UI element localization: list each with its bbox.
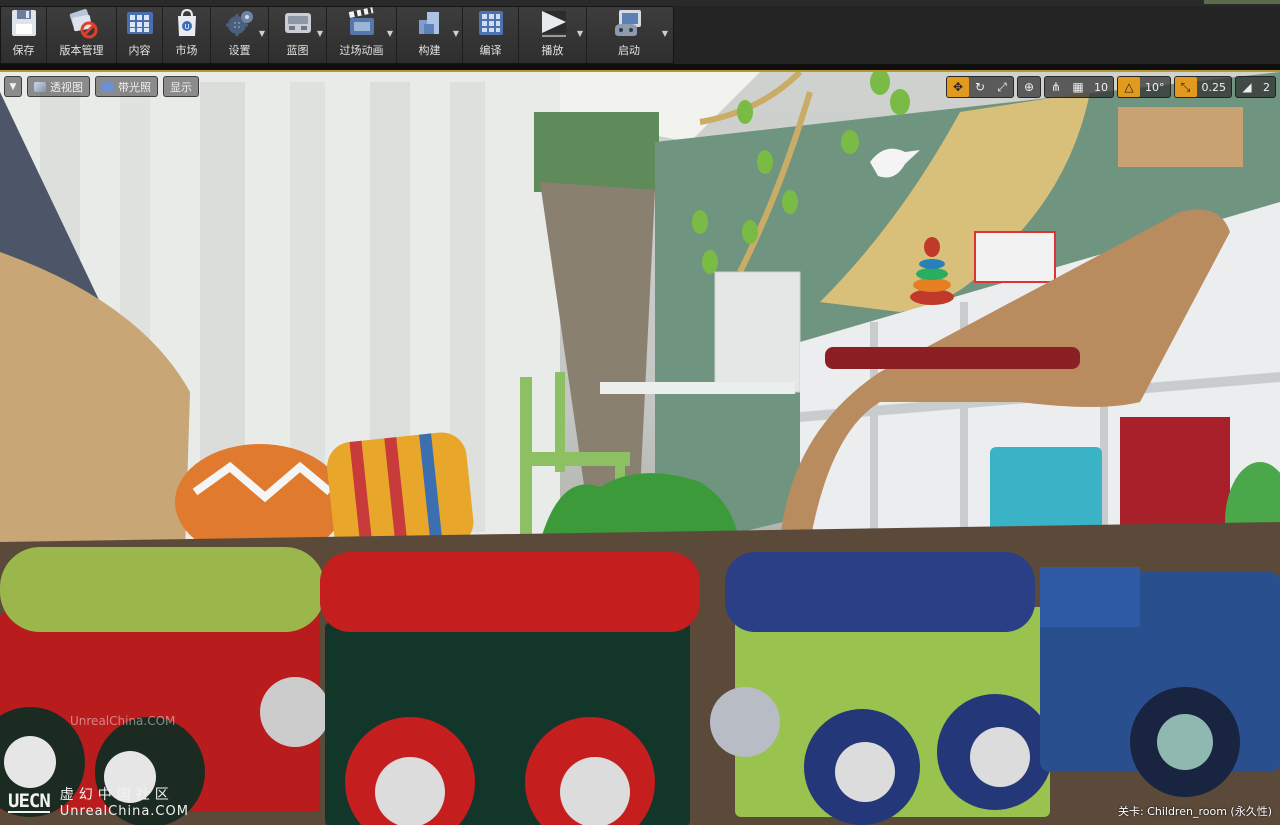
save-label: 保存 xyxy=(12,44,35,57)
small-desk xyxy=(600,382,795,394)
transform-mode-group: ✥ ↻ ⤢ xyxy=(946,76,1014,98)
rotate-tool-icon[interactable]: ↻ xyxy=(969,77,991,97)
camera-speed-group: ◢ 2 xyxy=(1235,76,1276,98)
blueprints-label: 蓝图 xyxy=(286,44,309,57)
level-viewport[interactable]: ▼ 透视图 带光照 显示 ✥ ↻ ⤢ ⊕ ⋔ ▦ 10 △ 10° ⤡ 0.25… xyxy=(0,70,1280,825)
build-dropdown-icon[interactable]: ▼ xyxy=(453,29,459,38)
content-label: 内容 xyxy=(128,44,151,57)
back-shelf xyxy=(714,271,801,393)
build-label: 构建 xyxy=(418,44,441,57)
gift-box xyxy=(974,231,1056,283)
source-control-button[interactable]: 版本管理 xyxy=(47,7,117,63)
lighting-mode-label: 带光照 xyxy=(118,80,151,94)
toolbar-empty-area xyxy=(674,6,1280,64)
viewport-options-bar: ▼ 透视图 带光照 显示 xyxy=(4,76,199,97)
show-flags-label: 显示 xyxy=(170,80,192,94)
window-accent xyxy=(1204,0,1280,4)
toy-train-blue-engine xyxy=(1040,567,1280,797)
perspective-icon xyxy=(34,81,46,92)
grid-snap-value[interactable]: 10 xyxy=(1089,81,1113,94)
show-flags-button[interactable]: 显示 xyxy=(163,76,199,97)
camera-speed-value[interactable]: 2 xyxy=(1258,81,1275,94)
blueprints-dropdown-icon[interactable]: ▼ xyxy=(317,29,323,38)
watermark-english: UnrealChina.COM xyxy=(59,804,189,819)
chevron-down-icon: ▼ xyxy=(9,81,17,92)
world-space-icon[interactable]: ⊕ xyxy=(1018,77,1040,97)
lit-icon xyxy=(102,81,114,92)
blueprint-icon xyxy=(282,7,314,39)
save-icon xyxy=(8,7,40,39)
svg-text:U: U xyxy=(184,23,189,31)
marketplace-label: 市场 xyxy=(175,44,198,57)
play-dropdown-icon[interactable]: ▼ xyxy=(577,29,583,38)
scale-snap-group: ⤡ 0.25 xyxy=(1173,76,1232,98)
settings-label: 设置 xyxy=(228,44,251,57)
build-icon xyxy=(414,7,446,39)
cinematics-dropdown-icon[interactable]: ▼ xyxy=(387,29,393,38)
source-control-label: 版本管理 xyxy=(59,44,104,57)
play-label: 播放 xyxy=(541,44,564,57)
rocking-horse-seat xyxy=(825,347,1080,369)
watermark-url: UnrealChina.COM xyxy=(70,714,176,728)
marketplace-icon: U xyxy=(171,7,203,39)
cinematics-icon xyxy=(346,7,378,39)
watermark: UECN 虚幻中国社区 UnrealChina.COM xyxy=(8,784,189,819)
red-crate xyxy=(1120,417,1230,537)
translate-tool-icon[interactable]: ✥ xyxy=(947,77,969,97)
grid-snap-icon[interactable]: ▦ xyxy=(1067,77,1089,97)
scale-tool-icon[interactable]: ⤢ xyxy=(991,77,1013,97)
lighting-mode-button[interactable]: 带光照 xyxy=(95,76,158,97)
watermark-chinese: 虚幻中国社区 xyxy=(59,787,174,803)
compile-button[interactable]: 编译 xyxy=(463,7,519,63)
launch-icon xyxy=(613,7,645,39)
watermark-logo: UECN xyxy=(8,789,51,813)
blueprints-button[interactable]: 蓝图 ▼ xyxy=(269,7,327,63)
marketplace-button[interactable]: U 市场 xyxy=(163,7,211,63)
rendered-scene xyxy=(0,72,1280,825)
play-icon xyxy=(537,7,569,39)
toy-train-green-car xyxy=(710,552,1053,825)
scale-snap-value[interactable]: 0.25 xyxy=(1197,81,1232,94)
view-mode-label: 透视图 xyxy=(50,80,83,94)
wooden-sign xyxy=(1118,107,1243,167)
rotation-snap-group: △ 10° xyxy=(1117,76,1171,98)
toy-train-dark-car xyxy=(320,552,700,825)
launch-button[interactable]: 启动 ▼ xyxy=(587,7,671,63)
curtain-valance xyxy=(534,112,659,192)
surface-snap-icon[interactable]: ⋔ xyxy=(1045,77,1067,97)
viewport-menu-button[interactable]: ▼ xyxy=(4,76,22,97)
launch-label: 启动 xyxy=(618,44,640,57)
rotation-snap-icon[interactable]: △ xyxy=(1118,77,1140,97)
content-button[interactable]: 内容 xyxy=(117,7,163,63)
transform-toolbar: ✥ ↻ ⤢ ⊕ ⋔ ▦ 10 △ 10° ⤡ 0.25 ◢ 2 xyxy=(946,76,1276,98)
rotation-snap-value[interactable]: 10° xyxy=(1140,81,1170,94)
teal-toy-box xyxy=(990,447,1102,537)
main-toolbar: 保存 版本管理 内容 U 市场 设置 ▼ 蓝图 ▼ 过场动画 ▼ 构建 ▼ 编译… xyxy=(0,6,674,64)
source-control-icon xyxy=(66,7,98,39)
grid-snap-group: ⋔ ▦ 10 xyxy=(1044,76,1114,98)
cinematics-button[interactable]: 过场动画 ▼ xyxy=(327,7,397,63)
compile-label: 编译 xyxy=(479,44,502,57)
cinematics-label: 过场动画 xyxy=(339,44,384,57)
compile-icon xyxy=(475,7,507,39)
settings-button[interactable]: 设置 ▼ xyxy=(211,7,269,63)
launch-dropdown-icon[interactable]: ▼ xyxy=(662,29,668,38)
play-button[interactable]: 播放 ▼ xyxy=(519,7,587,63)
save-button[interactable]: 保存 xyxy=(1,7,47,63)
current-level-label: 关卡: Children_room (永久性) xyxy=(1117,805,1272,818)
scale-snap-icon[interactable]: ⤡ xyxy=(1174,77,1197,97)
coordinate-space-group: ⊕ xyxy=(1017,76,1041,98)
content-browser-icon xyxy=(124,7,156,39)
watermark-text: 虚幻中国社区 UnrealChina.COM xyxy=(60,784,189,819)
settings-dropdown-icon[interactable]: ▼ xyxy=(259,29,265,38)
camera-speed-icon[interactable]: ◢ xyxy=(1236,77,1258,97)
view-mode-button[interactable]: 透视图 xyxy=(27,76,90,97)
settings-icon xyxy=(224,7,256,39)
build-button[interactable]: 构建 ▼ xyxy=(397,7,463,63)
